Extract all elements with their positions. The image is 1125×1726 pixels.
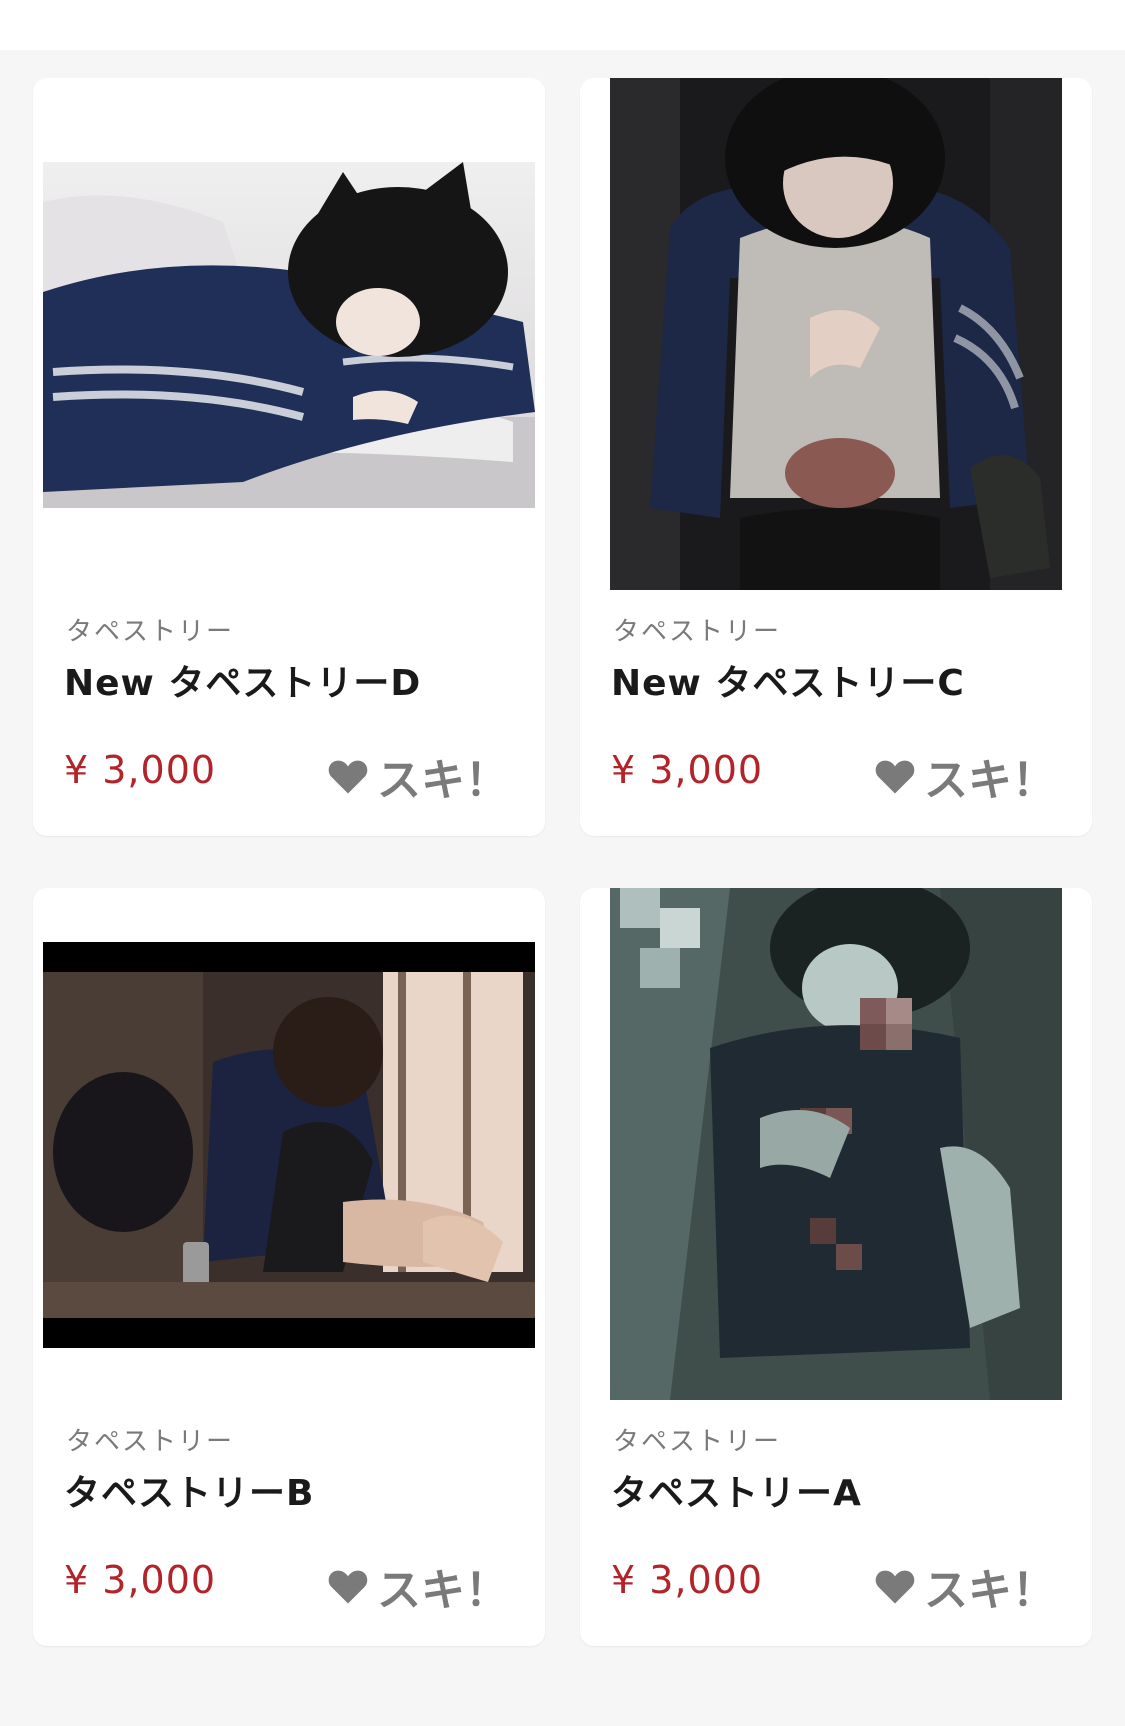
- product-category: タペストリー: [66, 617, 235, 647]
- product-title[interactable]: タペストリーB: [64, 1464, 314, 1516]
- like-label: スキ！: [377, 1565, 509, 1616]
- heart-icon: [328, 760, 368, 794]
- product-title[interactable]: New タペストリーD: [64, 654, 421, 706]
- product-image-area[interactable]: [580, 888, 1092, 1408]
- product-card[interactable]: タペストリー タペストリーB ¥ 3,000 スキ！: [33, 888, 545, 1646]
- product-card[interactable]: タペストリー New タペストリーC ¥ 3,000 スキ！: [580, 78, 1092, 836]
- product-title[interactable]: タペストリーA: [611, 1464, 862, 1516]
- like-label: スキ！: [377, 755, 509, 806]
- product-image-area[interactable]: [33, 888, 545, 1408]
- like-button[interactable]: スキ！: [874, 744, 1056, 808]
- product-category: タペストリー: [613, 617, 782, 647]
- product-image[interactable]: [610, 78, 1062, 590]
- like-button[interactable]: スキ！: [327, 1554, 509, 1618]
- product-card[interactable]: タペストリー New タペストリーD ¥ 3,000 スキ！: [33, 78, 545, 836]
- product-price: ¥ 3,000: [64, 1558, 217, 1602]
- product-price: ¥ 3,000: [64, 748, 217, 792]
- product-card[interactable]: タペストリー タペストリーA ¥ 3,000 スキ！: [580, 888, 1092, 1646]
- like-label: スキ！: [924, 1565, 1056, 1616]
- heart-icon: [875, 1570, 915, 1604]
- product-image[interactable]: [610, 888, 1062, 1400]
- like-button[interactable]: スキ！: [874, 1554, 1056, 1618]
- heart-icon: [328, 1570, 368, 1604]
- like-button[interactable]: スキ！: [327, 744, 509, 808]
- product-image[interactable]: [43, 162, 535, 508]
- product-price: ¥ 3,000: [611, 748, 764, 792]
- header-cut-off-text: [90, 0, 270, 4]
- product-price: ¥ 3,000: [611, 1558, 764, 1602]
- product-title[interactable]: New タペストリーC: [611, 654, 965, 706]
- product-image-area[interactable]: [580, 78, 1092, 598]
- top-header-bar: [0, 0, 1125, 50]
- heart-icon: [875, 760, 915, 794]
- product-category: タペストリー: [613, 1427, 782, 1457]
- product-image-area[interactable]: [33, 78, 545, 598]
- product-image[interactable]: [43, 942, 535, 1348]
- like-label: スキ！: [924, 755, 1056, 806]
- product-category: タペストリー: [66, 1427, 235, 1457]
